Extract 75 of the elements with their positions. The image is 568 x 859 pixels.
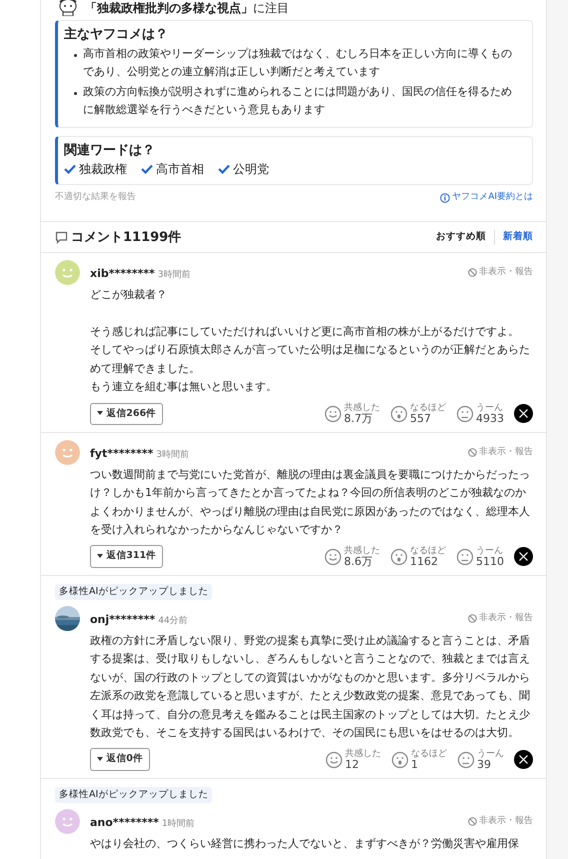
comment-text: やはり会社の、つくらい経営に携わった人でないと、まずすべきが？労働災害や雇用保 [90,836,520,852]
reaction-button[interactable]: なるほど 1162 [390,546,446,568]
doubt-face-icon [456,404,474,423]
caret-icon [97,411,103,415]
related-word: 公明党 [233,161,269,178]
user-name[interactable]: onj******** [90,612,156,626]
share-x-button[interactable] [514,750,533,770]
empathy-face-icon [324,548,342,566]
related-word: 高市首相 [156,161,204,178]
info-icon [440,192,450,203]
comment-text: そう感じれば記事にしていただければいいけど更に高市首相の株が上がるだけですよ。 [90,324,520,340]
x-logo-icon [519,409,528,418]
reaction-button[interactable]: なるほど 1 [391,748,447,771]
insight-face-icon [391,750,409,769]
related-word: 独裁政権 [79,161,127,178]
x-logo-icon [519,552,528,562]
user-name[interactable]: fyt******** [90,446,154,460]
comment-text: もう連立を組む事は無いと思います。 [90,379,278,396]
user-name[interactable]: ano******** [90,816,159,829]
comment-icon [55,230,68,244]
post-time: 44分前 [158,616,188,626]
share-x-button[interactable] [514,404,533,424]
hide-report-link[interactable]: 非表示・報告 [468,814,533,828]
hide-report-link[interactable]: 非表示・報告 [468,446,533,460]
comment-text: どこが独裁者？ [90,287,168,304]
bullet-icon [74,54,77,57]
post-time: 1時間前 [162,818,195,829]
block-icon [468,816,477,826]
insight-face-icon [390,548,408,566]
summary-title: 主なヤフコメは？ [64,27,169,43]
comment-text: つい数週間前まで与党にいた党首が、離脱の理由は裏金議員を要職につけたからだったっけ？しかも1年前から言ってきたとか言ってたよね？今回の所信表明のどこが独裁なのかよくわかりませんが、やっぱり離脱の理由は自民党に原因があったのではなく、総理本人を受け入れられなかったからなんじゃないですか？ [90,466,531,538]
x-logo-icon [519,755,528,764]
about-link[interactable]: ヤフコメAI要約とは [440,191,533,205]
block-icon [468,448,477,457]
check-icon [141,164,153,174]
pickup-badge: 多様性AIがピックアップしました [55,786,212,803]
sort-tab[interactable]: 新着順 [494,230,533,245]
empathy-face-icon [325,750,343,769]
bullet-icon [74,92,77,95]
pickup-badge: 多様性AIがピックアップしました [55,584,212,600]
comment-count: コメント11199件 [71,228,182,247]
mascot-drawing [57,0,79,16]
reaction-button[interactable]: 共感した 8.7万 [324,402,380,425]
headline-text: 「独裁政権批判の多様な視点」に注目 [85,1,289,15]
block-icon [468,268,477,278]
caret-icon [97,756,103,761]
sort-tab[interactable]: おすすめ順 [428,230,494,245]
replies-button[interactable]: 返信266件 [90,402,164,425]
reaction-button[interactable]: 共感した 8.6万 [324,546,380,568]
block-icon [468,614,477,623]
doubt-face-icon [457,750,475,769]
empathy-face-icon [324,404,342,423]
share-x-button[interactable] [514,547,533,566]
hide-report-link[interactable]: 非表示・報告 [468,266,533,280]
post-time: 3時間前 [158,270,190,280]
caret-icon [97,554,103,558]
doubt-face-icon [456,548,474,566]
related-words-title: 関連ワードは？ [64,142,156,158]
check-icon [64,164,76,174]
replies-button[interactable]: 返信311件 [90,545,164,568]
reaction-button[interactable]: うーん 4933 [456,402,504,425]
comment-text: 政権の方針に矛盾しない限り、野党の提案も真摯に受け止め議論すると言うことは、矛盾する提案は、受け取りもしないし、ぎろんもしないと言うことなので、独裁とまでは言えないが、国の行政のトップとしての資質はいかがなものかと思います。多分リベラルから左派系の政党を意識していると思いますが、たとえ少数政党の提案、意見であっても、聞く耳は持って、自分の意見考えを鑑みることは民主国家のトップとしては大切。たとえ少数政党でも、そこを支持する国民はいるわけで、その国民にも思いをはせるのは大切。 [90,632,531,742]
reaction-button[interactable]: うーん 39 [457,748,504,771]
post-time: 3時間前 [156,450,189,460]
reaction-button[interactable]: 共感した 12 [325,748,381,771]
comment-text: そしてやっぱり石原慎太郎さんが言っていた公明は足枷になるというのが正解だとあらためて理解できました。 [90,342,531,377]
hide-report-link[interactable]: 非表示・報告 [468,612,533,626]
user-name[interactable]: xib******** [90,267,155,280]
insight-face-icon [390,404,408,423]
reaction-button[interactable]: うーん 5110 [456,546,504,568]
summary-point: 高市首相の政策やリーダーシップは独裁ではなく、むしろ日本を正しい方向に導くものであり、公明党との連立解消は正しい判断だと考えています [83,46,513,80]
check-icon [218,164,230,174]
replies-button[interactable]: 返信0件 [90,748,150,771]
summary-point: 政策の方向転換が説明されずに進められることには問題があり、国民の信任を得るために解散総選挙を行うべきだという意見もあります [83,84,513,118]
reaction-button[interactable]: なるほど 557 [390,402,446,425]
